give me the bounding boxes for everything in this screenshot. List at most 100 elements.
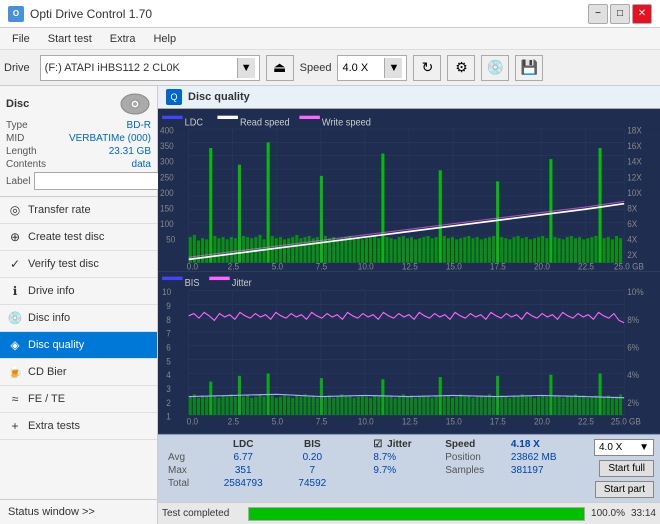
app-title: Opti Drive Control 1.70 [30, 7, 152, 21]
start-part-button[interactable]: Start part [595, 481, 654, 498]
speed-select[interactable]: 4.0 X ▼ [594, 439, 654, 456]
svg-text:8X: 8X [627, 203, 637, 213]
svg-text:2X: 2X [627, 250, 637, 260]
menu-file[interactable]: File [4, 31, 38, 47]
svg-text:200: 200 [160, 188, 174, 198]
stats-header-empty [164, 438, 205, 451]
menu-extra[interactable]: Extra [102, 31, 144, 47]
nav-disc-info[interactable]: 💿 Disc info [0, 305, 157, 332]
stats-speed-value: 4.18 X [507, 438, 582, 451]
start-full-button[interactable]: Start full [599, 460, 654, 477]
transfer-rate-icon: ◎ [8, 203, 22, 217]
disc-contents-field: Contents data [6, 159, 151, 170]
stats-total-bis: 74592 [282, 477, 343, 490]
settings-button[interactable]: ⚙ [447, 55, 475, 81]
nav-drive-info[interactable]: ℹ Drive info [0, 278, 157, 305]
nav-verify-test-disc[interactable]: ✓ Verify test disc [0, 251, 157, 278]
stats-total-ldc: 2584793 [205, 477, 282, 490]
svg-text:9: 9 [166, 300, 171, 311]
burn-button[interactable]: 💿 [481, 55, 509, 81]
save-button[interactable]: 💾 [515, 55, 543, 81]
svg-text:Write speed: Write speed [322, 117, 371, 128]
nav-cd-bier[interactable]: 🍺 CD Bier [0, 359, 157, 386]
drive-bar: Drive (F:) ATAPI iHBS112 2 CL0K ▼ ⏏ Spee… [0, 50, 660, 86]
svg-text:350: 350 [160, 141, 174, 151]
svg-text:7.5: 7.5 [316, 415, 328, 426]
fe-te-icon: ≈ [8, 392, 22, 406]
disc-info-icon: 💿 [8, 311, 22, 325]
window-controls: − □ ✕ [588, 4, 652, 24]
stats-max-jitter: 9.7% [365, 464, 441, 477]
stats-row-max: Max 351 7 9.7% Samples 381197 [164, 464, 582, 477]
stats-header-spacer [343, 438, 365, 451]
stats-header-bis: BIS [282, 438, 343, 451]
drive-selector[interactable]: (F:) ATAPI iHBS112 2 CL0K ▼ [40, 55, 260, 81]
stats-samples-value: 381197 [507, 464, 582, 477]
stats-jitter-label: Jitter [387, 439, 411, 450]
stats-panel: LDC BIS ☑ Jitter Speed 4.18 X [158, 434, 660, 502]
stats-buttons-area: 4.0 X ▼ Start full Start part [588, 435, 660, 502]
nav-fe-te[interactable]: ≈ FE / TE [0, 386, 157, 413]
disc-type-field: Type BD-R [6, 120, 151, 131]
disc-type-value: BD-R [127, 120, 151, 131]
maximize-button[interactable]: □ [610, 4, 630, 24]
extra-tests-icon: + [8, 419, 22, 433]
svg-text:400: 400 [160, 125, 174, 135]
svg-text:10%: 10% [627, 286, 644, 297]
close-button[interactable]: ✕ [632, 4, 652, 24]
svg-text:4X: 4X [627, 234, 637, 244]
nav-disc-quality[interactable]: ◈ Disc quality [0, 332, 157, 359]
speed-dropdown-btn[interactable]: ▼ [384, 58, 402, 78]
svg-text:2.5: 2.5 [228, 415, 240, 426]
nav-transfer-rate[interactable]: ◎ Transfer rate [0, 197, 157, 224]
speed-selector[interactable]: 4.0 X ▼ [337, 55, 407, 81]
svg-text:6X: 6X [627, 219, 637, 229]
stats-avg-jitter: 8.7% [365, 451, 441, 464]
disc-contents-value: data [132, 159, 151, 170]
svg-text:2%: 2% [627, 397, 639, 408]
speed-select-area: 4.0 X ▼ [594, 439, 654, 456]
bottom-chart: BIS Jitter [158, 272, 660, 435]
status-window-button[interactable]: Status window >> [0, 499, 157, 524]
svg-text:Jitter: Jitter [232, 277, 253, 289]
menu-start-test[interactable]: Start test [40, 31, 100, 47]
speed-select-dropdown[interactable]: ▼ [639, 442, 649, 453]
app-icon: O [8, 6, 24, 22]
svg-text:250: 250 [160, 172, 174, 182]
refresh-button[interactable]: ↻ [413, 55, 441, 81]
drive-dropdown-btn[interactable]: ▼ [237, 58, 255, 78]
svg-text:8: 8 [166, 314, 171, 325]
stats-position-value: 23862 MB [507, 451, 582, 464]
disc-quality-header-icon: Q [166, 89, 182, 105]
svg-text:1: 1 [166, 411, 171, 422]
disc-mid-value: VERBATIMe (000) [69, 133, 151, 144]
bottom-chart-svg: BIS Jitter [158, 272, 660, 434]
minimize-button[interactable]: − [588, 4, 608, 24]
eject-button[interactable]: ⏏ [266, 55, 294, 81]
nav-items: ◎ Transfer rate ⊕ Create test disc ✓ Ver… [0, 197, 157, 499]
svg-text:12.5: 12.5 [402, 415, 418, 426]
top-chart-svg: LDC Read speed Write speed [158, 109, 660, 271]
svg-text:16X: 16X [627, 141, 642, 151]
disc-length-label: Length [6, 146, 37, 157]
svg-text:20.0: 20.0 [534, 415, 550, 426]
stats-jitter-check[interactable]: ☑ Jitter [365, 438, 441, 451]
stats-total-label: Total [164, 477, 205, 490]
disc-mid-label: MID [6, 133, 24, 144]
menu-help[interactable]: Help [145, 31, 184, 47]
svg-text:4%: 4% [627, 369, 639, 380]
disc-length-field: Length 23.31 GB [6, 146, 151, 157]
nav-drive-info-label: Drive info [28, 285, 74, 297]
nav-extra-tests[interactable]: + Extra tests [0, 413, 157, 440]
disc-label-input[interactable] [34, 172, 174, 190]
svg-text:0.0: 0.0 [187, 415, 199, 426]
svg-text:7: 7 [166, 328, 171, 339]
cd-bier-icon: 🍺 [8, 365, 22, 379]
disc-header: Disc [6, 92, 151, 116]
nav-cd-bier-label: CD Bier [28, 366, 67, 378]
stats-table-area: LDC BIS ☑ Jitter Speed 4.18 X [158, 435, 588, 502]
svg-text:10X: 10X [627, 188, 642, 198]
stats-avg-ldc: 6.77 [205, 451, 282, 464]
nav-create-test-disc[interactable]: ⊕ Create test disc [0, 224, 157, 251]
disc-contents-label: Contents [6, 159, 46, 170]
